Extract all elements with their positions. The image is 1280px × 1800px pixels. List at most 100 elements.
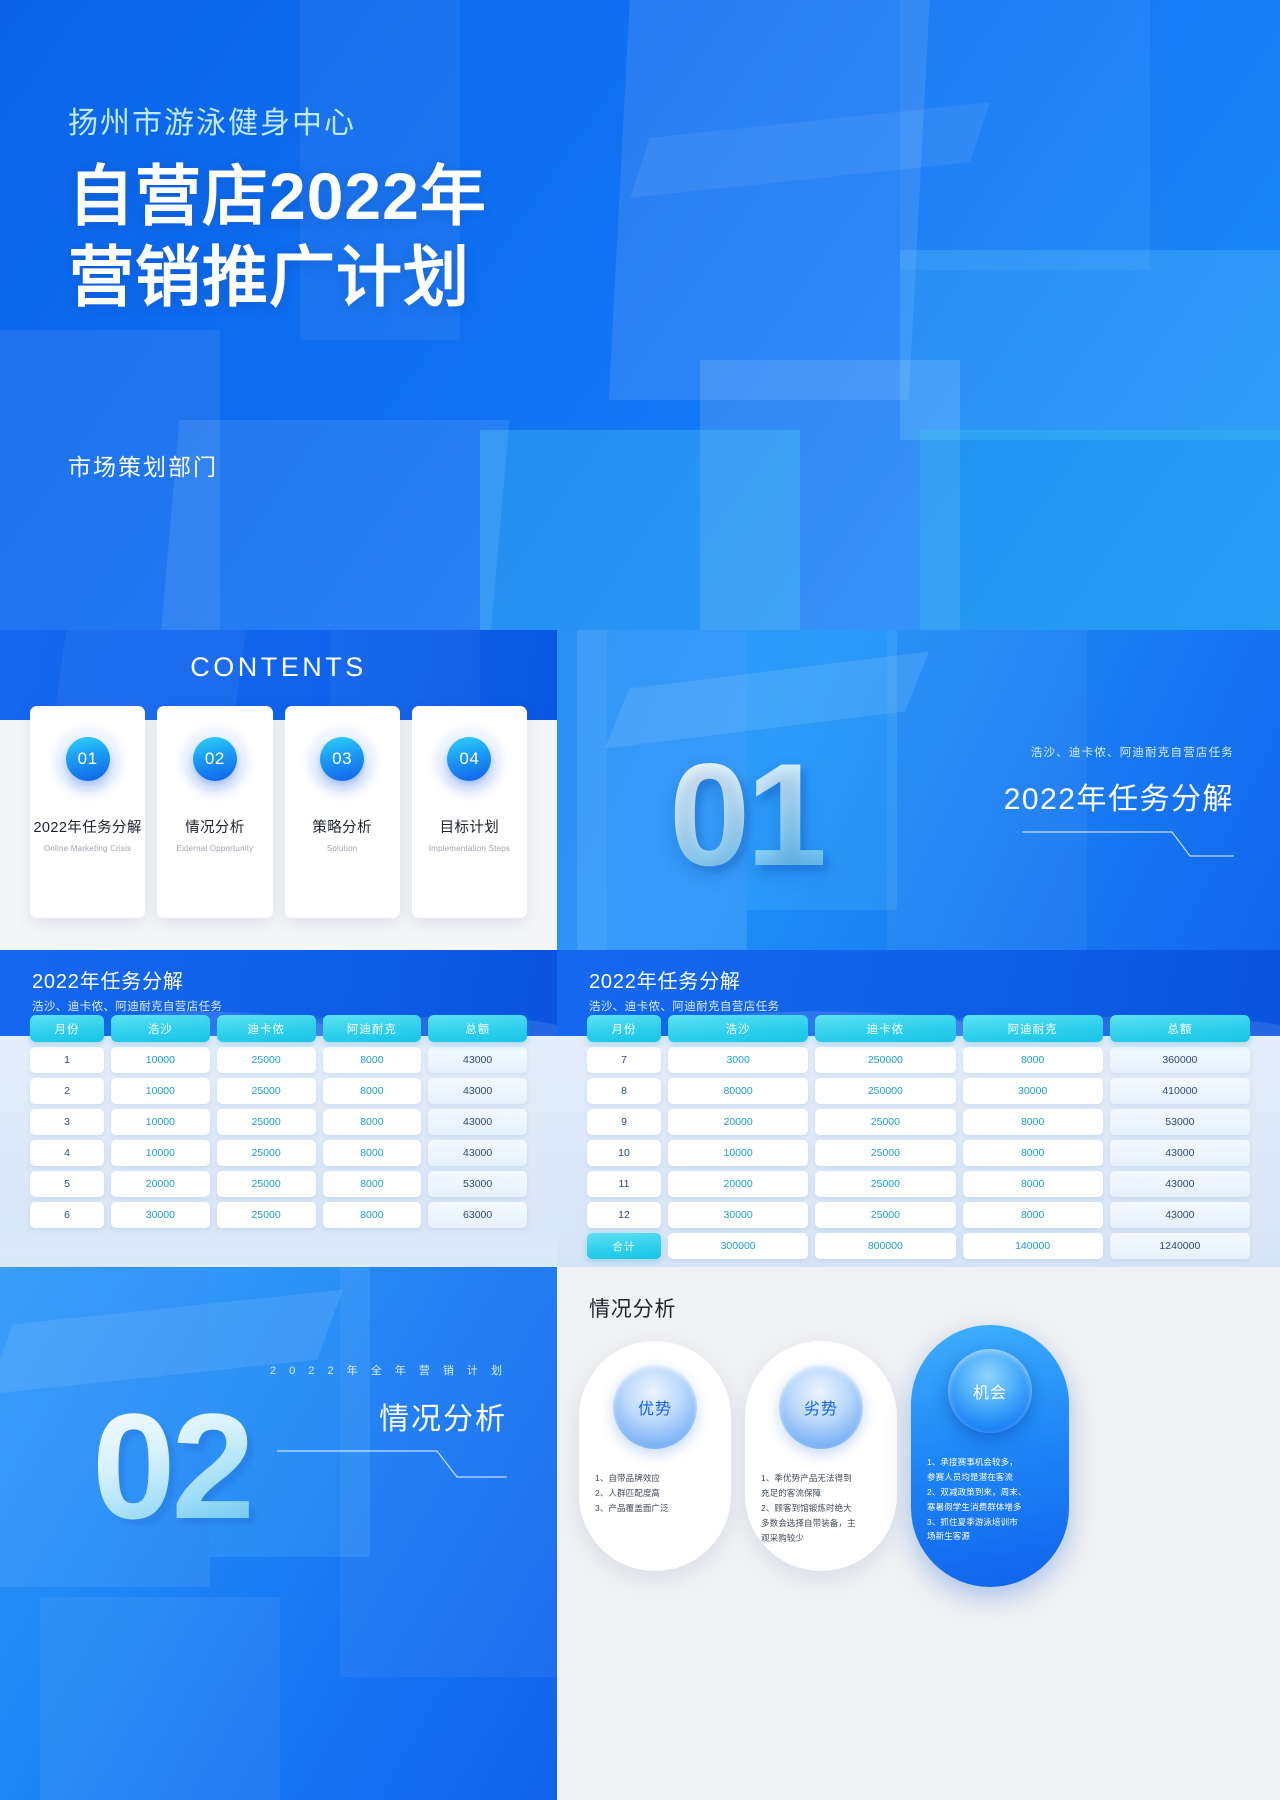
contents-card[interactable]: 01 2022年任务分解 Online Marketing Crisis xyxy=(30,706,146,918)
table-col-header: 阿迪耐克 xyxy=(322,1015,422,1042)
table-cell: 25000 xyxy=(216,1078,316,1104)
table-total-cell: 800000 xyxy=(815,1233,956,1259)
swot-pod-line: 寒暑假学生消费群体增多 xyxy=(927,1501,1022,1512)
table-cell-month: 8 xyxy=(587,1078,661,1104)
cover-shape-5 xyxy=(480,430,800,630)
number-badge-ring: 01 xyxy=(54,726,121,792)
table-cell: 8000 xyxy=(962,1109,1103,1135)
swot-pod-label: 劣势 xyxy=(779,1365,863,1449)
table-col-header: 月份 xyxy=(30,1015,104,1042)
slide-table-first-half: 2022年任务分解 浩沙、迪卡侬、阿迪耐克自营店任务 月份 浩沙 迪卡侬 阿迪耐… xyxy=(0,950,557,1267)
table-col-header: 浩沙 xyxy=(668,1015,809,1042)
table-cell: 25000 xyxy=(815,1109,956,1135)
table-header-row: 月份 浩沙 迪卡侬 阿迪耐克 总额 xyxy=(30,1015,527,1042)
table-cell: 25000 xyxy=(216,1140,316,1166)
table-total-cell: 140000 xyxy=(962,1233,1103,1259)
table-cell-month: 2 xyxy=(30,1078,104,1104)
table-cell: 10000 xyxy=(111,1109,210,1135)
swot-pod-opportunity[interactable]: 机会 1、承接赛事机会较多， 参赛人员均是潜在客流 2、双减政策到来，周末、 寒… xyxy=(911,1325,1069,1587)
table-cell-month: 7 xyxy=(587,1047,661,1073)
table-cell: 8000 xyxy=(322,1140,422,1166)
table-cell: 8000 xyxy=(962,1171,1103,1197)
swot-pod-line: 3、抓住夏季游泳培训市 xyxy=(927,1516,1018,1527)
section01-shape-5 xyxy=(557,630,607,950)
section02-subtitle: 2 0 2 2 年 全 年 营 销 计 划 xyxy=(269,1365,507,1377)
table-row: 6 30000 25000 8000 63000 xyxy=(30,1202,527,1228)
cover-title-line-1: 自营店2022年 xyxy=(68,159,487,233)
table-total-cell: 1240000 xyxy=(1109,1233,1250,1259)
swot-pod-line: 多数会选择自带装备，主 xyxy=(761,1517,856,1528)
table-cell-total: 43000 xyxy=(1109,1140,1250,1166)
table-cell: 25000 xyxy=(815,1171,956,1197)
table-row: 4 10000 25000 8000 43000 xyxy=(30,1140,527,1166)
contents-card[interactable]: 03 策略分析 Solution xyxy=(284,706,400,918)
table-cell-month: 11 xyxy=(587,1171,661,1197)
slide-cover: 扬州市游泳健身中心 自营店2022年 营销推广计划 市场策划部门 xyxy=(0,0,1280,630)
table-cell: 8000 xyxy=(322,1109,422,1135)
table-cell: 20000 xyxy=(668,1109,809,1135)
contents-card-title: 目标计划 xyxy=(439,820,500,836)
table-header-row: 月份 浩沙 迪卡侬 阿迪耐克 总额 xyxy=(587,1015,1250,1042)
table-row: 7 3000 250000 8000 360000 xyxy=(587,1047,1250,1073)
table-cell: 8000 xyxy=(322,1171,422,1197)
table-cell: 250000 xyxy=(815,1078,956,1104)
contents-card[interactable]: 02 情况分析 External Opportunity xyxy=(157,706,273,918)
swot-pod-line: 充足的客流保障 xyxy=(761,1487,822,1498)
number-badge: 02 xyxy=(192,737,237,781)
section02-shape-5 xyxy=(40,1597,280,1800)
cover-title: 自营店2022年 营销推广计划 xyxy=(68,156,1280,317)
table-cell: 30000 xyxy=(962,1078,1103,1104)
slide-section-02: 02 02 2 0 2 2 年 全 年 营 销 计 划 情况分析 xyxy=(0,1267,557,1800)
table-col-header: 迪卡侬 xyxy=(815,1015,956,1042)
table-row: 3 10000 25000 8000 43000 xyxy=(30,1109,527,1135)
swot-pod-label: 优势 xyxy=(613,1365,697,1449)
swot-pod-body: 1、自带品牌效应 2、人群匹配度高 3、产品覆盖面广泛 xyxy=(579,1471,731,1516)
contents-card[interactable]: 04 目标计划 Implementation Steps xyxy=(411,706,527,918)
table-title: 2022年任务分解 xyxy=(32,971,184,993)
contents-card-title: 情况分析 xyxy=(185,820,245,836)
table-cell-total: 43000 xyxy=(428,1047,527,1073)
table-row: 11 20000 25000 8000 43000 xyxy=(587,1171,1250,1197)
swot-pod-list: 优势 1、自带品牌效应 2、人群匹配度高 3、产品覆盖面广泛 劣势 1、季优势产… xyxy=(579,1325,1269,1603)
table-cell: 25000 xyxy=(815,1140,956,1166)
table-row: 2 10000 25000 8000 43000 xyxy=(30,1078,527,1104)
section02-number: 02 xyxy=(92,1382,255,1550)
table-cell-total: 53000 xyxy=(1109,1109,1250,1135)
table-cell-month: 5 xyxy=(30,1171,104,1197)
section01-rule-decoration xyxy=(1022,831,1234,857)
number-badge-ring: 03 xyxy=(309,726,376,792)
table-cell: 25000 xyxy=(216,1202,316,1228)
table-cell: 25000 xyxy=(815,1202,956,1228)
table-cell: 10000 xyxy=(111,1047,210,1073)
table-cell: 8000 xyxy=(962,1140,1103,1166)
slide-section-01: 01 01 浩沙、迪卡侬、阿迪耐克自营店任务 2022年任务分解 xyxy=(557,630,1280,950)
cover-text-block: 扬州市游泳健身中心 自营店2022年 营销推广计划 xyxy=(0,0,1280,317)
contents-heading: CONTENTS xyxy=(190,652,367,682)
cover-shape-8 xyxy=(920,430,1280,630)
table-cell: 25000 xyxy=(216,1109,316,1135)
cover-department: 市场策划部门 xyxy=(68,454,218,480)
cover-organization: 扬州市游泳健身中心 xyxy=(68,107,356,140)
contents-card-title: 2022年任务分解 xyxy=(33,820,142,836)
number-badge-ring: 04 xyxy=(436,726,503,792)
slide-situation-analysis: 情况分析 优势 1、自带品牌效应 2、人群匹配度高 3、产品覆盖面广泛 劣势 1… xyxy=(557,1267,1280,1800)
swot-pod-weakness[interactable]: 劣势 1、季优势产品无法得到 充足的客流保障 2、顾客到馆锻炼时绝大 多数会选择… xyxy=(745,1341,897,1571)
contents-card-subtitle: Implementation Steps xyxy=(428,844,511,853)
table-row: 5 20000 25000 8000 53000 xyxy=(30,1171,527,1197)
table-cell-month: 3 xyxy=(30,1109,104,1135)
table-cell-total: 43000 xyxy=(428,1140,527,1166)
table-cell-month: 9 xyxy=(587,1109,661,1135)
swot-pod-line: 参赛人员均是潜在客流 xyxy=(927,1471,1014,1482)
contents-card-subtitle: Online Marketing Crisis xyxy=(43,844,132,853)
table-body: 月份 浩沙 迪卡侬 阿迪耐克 总额 1 10000 25000 8000 430… xyxy=(0,1015,557,1228)
table-cell: 250000 xyxy=(815,1047,956,1073)
swot-pod-body: 1、承接赛事机会较多， 参赛人员均是潜在客流 2、双减政策到来，周末、 寒暑假学… xyxy=(911,1455,1069,1544)
table-cell: 20000 xyxy=(668,1171,809,1197)
cover-title-line-2: 营销推广计划 xyxy=(68,239,470,314)
table-cell-total: 43000 xyxy=(1109,1202,1250,1228)
slide-deck: 扬州市游泳健身中心 自营店2022年 营销推广计划 市场策划部门 CONTENT… xyxy=(0,0,1280,1800)
table-cell: 30000 xyxy=(111,1202,210,1228)
section01-text-block: 浩沙、迪卡侬、阿迪耐克自营店任务 2022年任务分解 xyxy=(1004,744,1234,818)
number-badge: 01 xyxy=(65,737,110,781)
swot-pod-strength[interactable]: 优势 1、自带品牌效应 2、人群匹配度高 3、产品覆盖面广泛 xyxy=(579,1341,731,1571)
